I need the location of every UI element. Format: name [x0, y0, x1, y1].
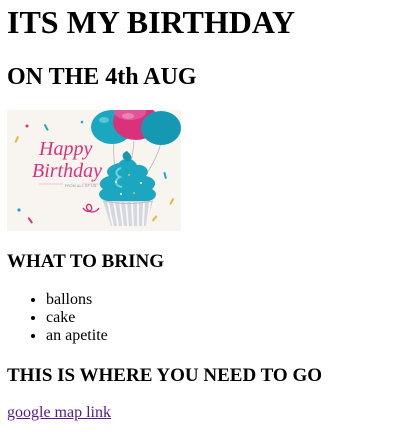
sprinkle — [133, 192, 135, 194]
birthday-cupcake-image: Happy Birthday FROM ALL OF US — [7, 110, 181, 231]
list-item: ballons — [46, 291, 108, 309]
confetti-dot — [25, 124, 29, 128]
bring-list: ballons cake an apetite — [7, 291, 108, 345]
date-heading: ON THE 4th AUG — [7, 64, 197, 90]
sprinkle — [128, 174, 130, 176]
balloon-teal-right — [141, 111, 181, 145]
location-heading: THIS IS WHERE YOU NEED TO GO — [7, 365, 323, 386]
birthday-script: Birthday — [32, 160, 102, 182]
page-title: ITS MY BIRTHDAY — [7, 4, 296, 40]
list-item: cake — [46, 309, 108, 327]
happy-script: Happy — [38, 138, 92, 160]
confetti-dot — [80, 120, 84, 124]
sprinkle — [115, 181, 117, 183]
sprinkle — [140, 182, 142, 184]
birthday-card-image: Happy Birthday FROM ALL OF US — [7, 110, 181, 231]
small-caption: FROM ALL OF US — [65, 184, 97, 188]
balloon-highlight — [99, 117, 109, 123]
list-item: an apetite — [46, 327, 108, 345]
confetti-dot — [17, 208, 21, 212]
what-to-bring-heading: WHAT TO BRING — [7, 251, 164, 272]
sprinkle — [120, 193, 122, 195]
balloon-highlight — [122, 113, 134, 119]
google-map-link[interactable]: google map link — [7, 404, 111, 422]
